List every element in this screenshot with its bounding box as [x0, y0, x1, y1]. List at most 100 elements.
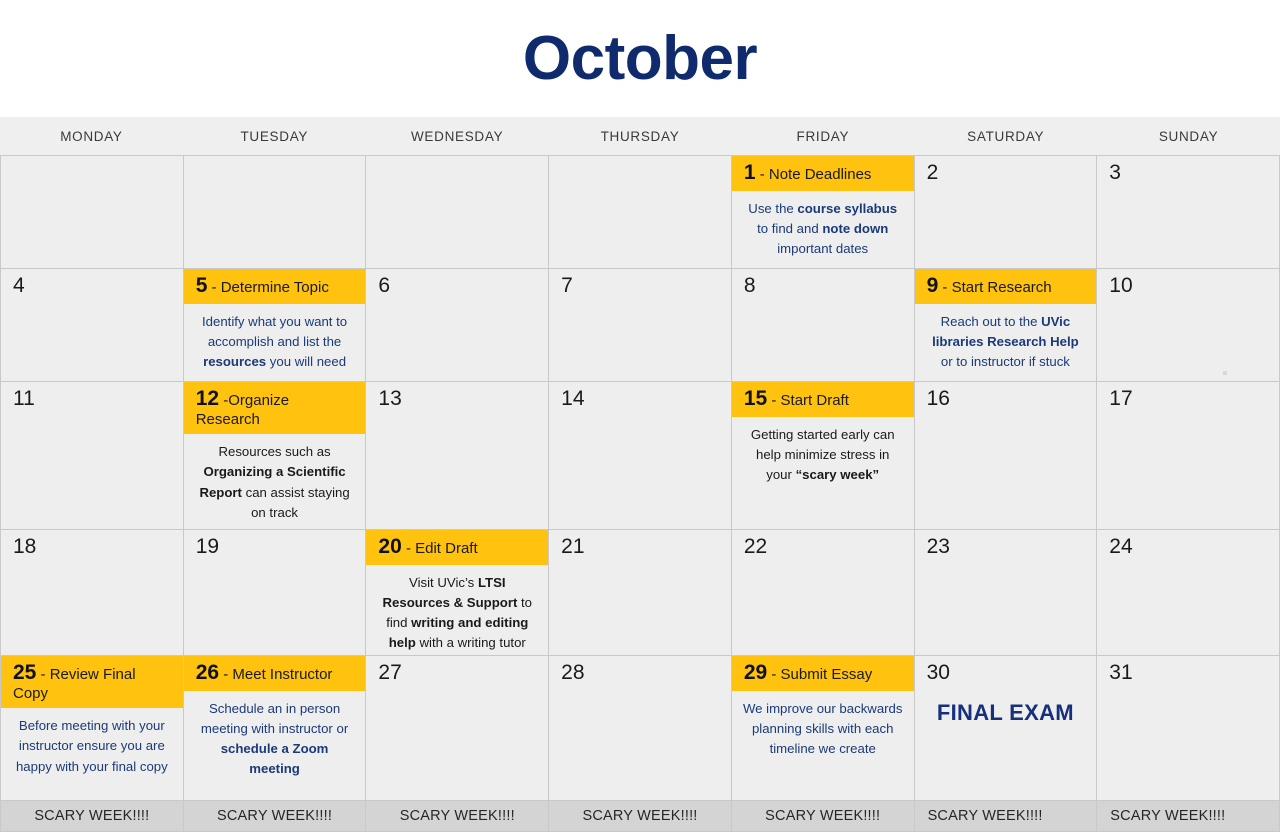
day-cell-8[interactable]: 8 — [731, 269, 915, 382]
event-description-text: Use the — [748, 200, 798, 216]
date-number: 17 — [1109, 387, 1133, 410]
event-description: Resources such as Organizing a Scientifi… — [184, 434, 366, 529]
scary-week-cell: SCARY WEEK!!!! — [366, 801, 550, 832]
date-number: 7 — [561, 274, 573, 297]
date-number: 8 — [743, 274, 756, 297]
date-number: 23 — [926, 535, 950, 558]
day-cell-23[interactable]: 23 — [914, 530, 1098, 656]
day-cell-empty — [183, 156, 367, 269]
day-cell-event-5[interactable]: 5 - Determine Topic Identify what you wan… — [183, 269, 367, 382]
day-cell-event-20[interactable]: 20 - Edit Draft Visit UVic’s LTSI Resourc… — [366, 530, 550, 656]
date-number: 26 — [195, 661, 220, 684]
scary-week-label: SCARY WEEK!!!! — [765, 808, 881, 824]
date-number: 19 — [195, 535, 220, 558]
event-description-text: Before meeting with your instructor ensu… — [15, 718, 168, 774]
event-header: 26 - Meet Instructor — [183, 656, 366, 691]
event-title: - Edit Draft — [401, 540, 478, 557]
date-number: 4 — [13, 274, 25, 297]
scary-week-label: SCARY WEEK!!!! — [927, 808, 1043, 824]
date-number: 24 — [1109, 535, 1133, 558]
event-description: Before meeting with your instructor ensu… — [1, 708, 183, 800]
day-cell-10[interactable]: 10 — [1097, 269, 1280, 382]
date-number: 9 — [926, 274, 939, 297]
event-header: 5 - Determine Topic — [183, 269, 366, 304]
day-cell-17[interactable]: 17 — [1097, 382, 1280, 530]
day-cell-empty — [549, 156, 732, 269]
event-description-text: Visit UVic’s — [409, 574, 478, 590]
weekday-header-monday: MONDAY — [60, 128, 123, 144]
day-cell-28[interactable]: 28 — [549, 656, 732, 801]
date-number: 12 — [195, 387, 220, 410]
event-header: 15 - Start Draft — [731, 382, 914, 417]
day-cell-21[interactable]: 21 — [549, 530, 732, 656]
event-description: Use the course syllabus to find and note… — [732, 191, 914, 268]
event-description-emphasis: schedule a Zoom meeting — [220, 740, 329, 776]
day-cell-7[interactable]: 7 — [549, 269, 732, 382]
scary-week-cell: SCARY WEEK!!!! — [1, 801, 184, 832]
event-description-text: to find and — [757, 220, 823, 236]
event-description-text: Reach out to the — [940, 313, 1042, 329]
day-cell-event-1[interactable]: 1 - Note Deadlines Use the course syllabu… — [731, 156, 915, 269]
day-cell-19[interactable]: 19 — [183, 530, 367, 656]
day-cell-14[interactable]: 14 — [549, 382, 732, 530]
day-cell-31[interactable]: 31 — [1097, 656, 1280, 801]
event-title: - Meet Instructor — [219, 666, 333, 683]
day-cell-18[interactable]: 18 — [1, 530, 184, 656]
day-cell-16[interactable]: 16 — [914, 382, 1098, 530]
date-number: 1 — [743, 161, 756, 184]
date-number: 14 — [561, 387, 585, 410]
weekday-header-friday: FRIDAY — [796, 128, 850, 144]
event-description-emphasis: resources — [203, 353, 267, 369]
scary-week-cell: SCARY WEEK!!!! — [731, 801, 915, 832]
page-title: October — [522, 23, 758, 93]
event-title: - Submit Essay — [767, 666, 873, 683]
event-description-text: or to instructor if stuck — [940, 353, 1070, 369]
scary-week-label: SCARY WEEK!!!! — [582, 808, 698, 824]
day-cell-event-25[interactable]: 25 - Review Final Copy Before meeting wit… — [1, 656, 184, 801]
day-cell-30[interactable]: 30 FINAL EXAM — [914, 656, 1098, 801]
day-cell-event-26[interactable]: 26 - Meet Instructor Schedule an in perso… — [183, 656, 367, 801]
event-header: 12 -Organize Research — [183, 382, 366, 435]
event-description-text: with a writing tutor — [415, 634, 526, 650]
event-header: 25 - Review Final Copy — [1, 656, 183, 709]
event-description-text: Schedule an in person meeting with instr… — [200, 700, 349, 736]
day-cell-22[interactable]: 22 — [731, 530, 915, 656]
day-cell-6[interactable]: 6 — [366, 269, 550, 382]
event-description: We improve our backwards planning skills… — [732, 691, 914, 800]
event-description-emphasis: course syllabus — [797, 200, 898, 216]
day-cell-2[interactable]: 2 — [914, 156, 1098, 269]
day-cell-event-9[interactable]: 9 - Start Research Reach out to the UVic … — [914, 269, 1098, 382]
day-cell-24[interactable]: 24 — [1097, 530, 1280, 656]
event-description-text: Resources such as — [218, 444, 331, 460]
date-number: 15 — [743, 387, 768, 410]
weekday-header-saturday: SATURDAY — [967, 128, 1045, 144]
event-description: Reach out to the UVic libraries Research… — [915, 304, 1097, 381]
day-cell-13[interactable]: 13 — [366, 382, 550, 530]
day-cell-event-29[interactable]: 29 - Submit Essay We improve our backward… — [731, 656, 915, 801]
weekday-header-thursday: THURSDAY — [600, 128, 680, 144]
event-description-emphasis: “scary week” — [795, 466, 880, 482]
scary-week-label: SCARY WEEK!!!! — [217, 808, 333, 824]
day-cell-3[interactable]: 3 — [1097, 156, 1280, 269]
title-bar: October — [0, 0, 1280, 117]
scary-week-label: SCARY WEEK!!!! — [399, 808, 515, 824]
date-number: 11 — [13, 387, 35, 410]
date-number: 21 — [561, 535, 585, 558]
day-cell-27[interactable]: 27 — [366, 656, 550, 801]
day-cell-11[interactable]: 11 — [1, 382, 184, 530]
weekday-header-row: MONDAY TUESDAY WEDNESDAY THURSDAY FRIDAY… — [0, 117, 1280, 155]
scary-week-label: SCARY WEEK!!!! — [34, 808, 150, 824]
day-cell-event-12[interactable]: 12 -Organize Research Resources such as O… — [183, 382, 367, 530]
scary-week-cell: SCARY WEEK!!!! — [183, 801, 367, 832]
final-exam-note: FINAL EXAM — [936, 700, 1074, 726]
event-description-text: you will need — [266, 353, 347, 369]
weekday-header-tuesday: TUESDAY — [240, 128, 309, 144]
day-cell-event-15[interactable]: 15 - Start Draft Getting started early ca… — [731, 382, 915, 530]
event-title: - Start Draft — [767, 392, 849, 409]
day-cell-4[interactable]: 4 — [1, 269, 184, 382]
day-cell-empty — [1, 156, 184, 269]
scary-week-row: SCARY WEEK!!!! SCARY WEEK!!!! SCARY WEEK!!… — [0, 801, 1280, 832]
scary-week-cell: SCARY WEEK!!!! — [549, 801, 732, 832]
event-header: 20 - Edit Draft — [366, 530, 549, 565]
date-number: 20 — [378, 535, 402, 558]
